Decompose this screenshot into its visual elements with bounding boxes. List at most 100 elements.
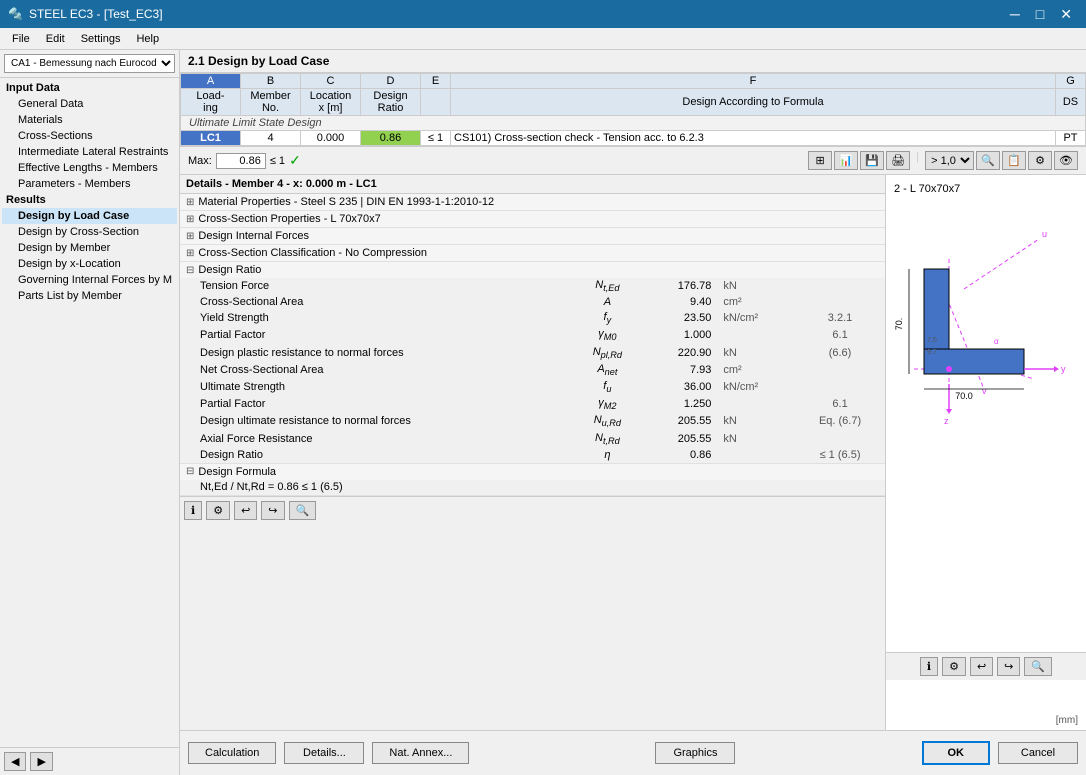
detail-tension-label: Tension Force	[180, 278, 573, 295]
class-label: Cross-Section Classification - No Compre…	[198, 247, 427, 259]
cross-section-props-section: ⊞ Cross-Section Properties - L 70x70x7	[180, 211, 885, 228]
col-d-header: D	[361, 74, 421, 89]
col-e-header2	[421, 89, 451, 116]
detail-back-btn[interactable]: ↩	[234, 501, 257, 520]
cancel-button[interactable]: Cancel	[998, 742, 1078, 764]
calculation-button[interactable]: Calculation	[188, 742, 276, 764]
details-button[interactable]: Details...	[284, 742, 364, 764]
check-icon: ✓	[289, 152, 301, 169]
svg-text:y: y	[1061, 364, 1066, 374]
col-g-header: G	[1056, 74, 1086, 89]
menu-settings[interactable]: Settings	[73, 31, 129, 47]
cs-forward-btn[interactable]: ↪	[997, 657, 1020, 676]
tree-lateral-restraints[interactable]: Intermediate Lateral Restraints	[2, 144, 177, 160]
cs-info-btn[interactable]: ℹ	[920, 657, 938, 676]
detail-fu-sym: fu	[573, 378, 642, 395]
close-button[interactable]: ✕	[1054, 6, 1078, 23]
svg-text:α: α	[994, 337, 999, 346]
filter-dropdown[interactable]: > 1,0 All	[925, 151, 974, 170]
design-ratio-header[interactable]: ⊟ Design Ratio	[180, 262, 885, 278]
max-value: 0.86	[216, 153, 266, 169]
detail-yield-unit: kN/cm²	[717, 310, 795, 327]
detail-row-0: Tension Force Nt,Ed 176.78 kN	[180, 278, 885, 295]
detail-row-4: Design plastic resistance to normal forc…	[180, 344, 885, 361]
toolbar-grid-btn[interactable]: ⊞	[808, 151, 832, 170]
col-ds-header: DS	[1056, 89, 1086, 116]
detail-forward-btn[interactable]: ↪	[261, 501, 284, 520]
detail-zoom-btn[interactable]: 🔍	[289, 501, 317, 520]
detail-nurd-ref: Eq. (6.7)	[795, 413, 885, 430]
toolbar-print-btn[interactable]: 🖨	[886, 151, 910, 170]
detail-area-sym: A	[573, 295, 642, 310]
toolbar-zoom-btn[interactable]: 🔍	[976, 151, 1000, 170]
menu-edit[interactable]: Edit	[38, 31, 73, 47]
ok-button[interactable]: OK	[922, 741, 991, 765]
detail-info-btn[interactable]: ℹ	[184, 501, 202, 520]
menu-file[interactable]: File	[4, 31, 38, 47]
classification-header[interactable]: ⊞ Cross-Section Classification - No Comp…	[180, 245, 885, 261]
col-member-header: MemberNo.	[241, 89, 301, 116]
formula-table: Nt,Ed / Nt,Rd = 0.86 ≤ 1 (6.5)	[180, 480, 885, 495]
detail-eta-label: Design Ratio	[180, 447, 573, 462]
tree-materials[interactable]: Materials	[2, 112, 177, 128]
tree-general-data[interactable]: General Data	[2, 96, 177, 112]
expand-icon-ratio: ⊟	[186, 265, 194, 276]
tree-parts-list[interactable]: Parts List by Member	[2, 288, 177, 304]
internal-forces-header[interactable]: ⊞ Design Internal Forces	[180, 228, 885, 244]
graphics-button[interactable]: Graphics	[655, 742, 735, 764]
detail-eta-val: 0.86	[642, 447, 718, 462]
tree-design-cross-section[interactable]: Design by Cross-Section	[2, 224, 177, 240]
toolbar-chart-btn[interactable]: 📊	[834, 151, 858, 170]
cs-settings-btn[interactable]: ⚙	[942, 657, 966, 676]
detail-row-9: Axial Force Resistance Nt,Rd 205.55 kN	[180, 430, 885, 447]
svg-text:u: u	[1042, 229, 1047, 239]
expand-icon-if: ⊞	[186, 231, 194, 242]
mm-label: [mm]	[1056, 715, 1078, 726]
menu-help[interactable]: Help	[128, 31, 167, 47]
maximize-button[interactable]: □	[1030, 6, 1050, 23]
detail-pf1-label: Partial Factor	[180, 327, 573, 344]
cross-section-props-header[interactable]: ⊞ Cross-Section Properties - L 70x70x7	[180, 211, 885, 227]
details-header: Details - Member 4 - x: 0.000 m - LC1	[180, 175, 885, 194]
detail-ntrd-label: Axial Force Resistance	[180, 430, 573, 447]
title-bar: 🔩 STEEL EC3 - [Test_EC3] ─ □ ✕	[0, 0, 1086, 28]
toolbar-eye-btn[interactable]: 👁	[1054, 151, 1078, 170]
design-ratio-table: Tension Force Nt,Ed 176.78 kN Cross-Sect…	[180, 278, 885, 463]
tree-design-member[interactable]: Design by Member	[2, 240, 177, 256]
expand-icon-cs: ⊞	[186, 214, 194, 225]
tree-design-x-location[interactable]: Design by x-Location	[2, 256, 177, 272]
design-formula-header[interactable]: ⊟ Design Formula	[180, 464, 885, 480]
formula-cell: CS101) Cross-section check - Tension acc…	[451, 131, 1056, 146]
detail-tension-val: 176.78	[642, 278, 718, 295]
toolbar-save-btn[interactable]: 💾	[860, 151, 884, 170]
svg-text:v: v	[982, 386, 987, 396]
le1-text: ≤ 1	[270, 155, 285, 167]
toolbar-settings-btn[interactable]: ⚙	[1028, 151, 1052, 170]
detail-nplrd-ref: (6.6)	[795, 344, 885, 361]
toolbar-copy-btn[interactable]: 📋	[1002, 151, 1026, 170]
tree-cross-sections[interactable]: Cross-Sections	[2, 128, 177, 144]
nat-annex-button[interactable]: Nat. Annex...	[372, 742, 469, 764]
case-dropdown[interactable]: CA1 - Bemessung nach Eurocode...	[4, 54, 175, 73]
ratio-label: Design Ratio	[198, 264, 261, 276]
material-section-header[interactable]: ⊞ Material Properties - Steel S 235 | DI…	[180, 194, 885, 210]
nav-prev-button[interactable]: ◀	[4, 752, 26, 771]
tree-parameters[interactable]: Parameters - Members	[2, 176, 177, 192]
detail-tension-ref	[795, 278, 885, 295]
tree-governing-internal[interactable]: Governing Internal Forces by M	[2, 272, 177, 288]
tree-design-load-case[interactable]: Design by Load Case	[2, 208, 177, 224]
details-panel: Details - Member 4 - x: 0.000 m - LC1 ⊞ …	[180, 175, 1086, 730]
detail-pf1-unit	[717, 327, 795, 344]
detail-row-7: Partial Factor γM2 1.250 6.1	[180, 396, 885, 413]
tree-effective-lengths[interactable]: Effective Lengths - Members	[2, 160, 177, 176]
detail-settings-btn[interactable]: ⚙	[206, 501, 230, 520]
svg-text:7.0: 7.0	[927, 337, 937, 344]
nav-next-button[interactable]: ▶	[30, 752, 52, 771]
cs-back-btn[interactable]: ↩	[970, 657, 993, 676]
cs-zoom-btn[interactable]: 🔍	[1024, 657, 1052, 676]
data-row[interactable]: LC1 4 0.000 0.86 ≤ 1 CS101) Cross-sectio…	[181, 131, 1086, 146]
cs-title: 2 - L 70x70x7	[894, 183, 1078, 195]
cs-label: Cross-Section Properties - L 70x70x7	[198, 213, 380, 225]
detail-area-val: 9.40	[642, 295, 718, 310]
minimize-button[interactable]: ─	[1004, 6, 1026, 23]
